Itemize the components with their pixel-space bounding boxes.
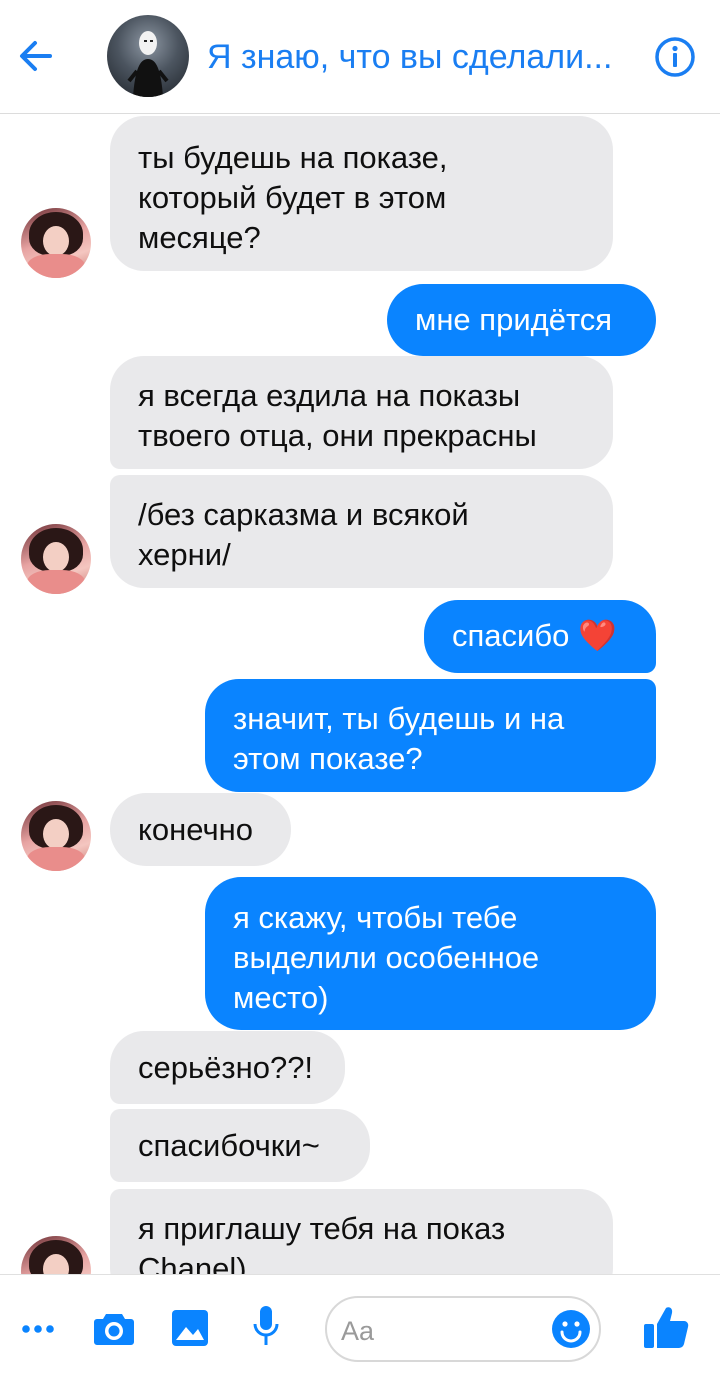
info-button[interactable] (654, 36, 696, 78)
message-text: мне придётся (415, 302, 613, 337)
message-text: серьёзно??! (138, 1050, 314, 1085)
message-text: я приглашу тебя на показ Chanel) (138, 1211, 506, 1274)
message-text: /без сарказма и всякой херни/ (138, 497, 469, 572)
outgoing-message[interactable]: спасибо ❤️ (424, 600, 656, 673)
contact-avatar[interactable] (107, 15, 189, 97)
chat-header: Я знаю, что вы сделали... (0, 0, 720, 114)
camera-icon (94, 1314, 134, 1345)
message-text: спасибо ❤️ (452, 618, 617, 653)
contact-avatar-small[interactable] (21, 1236, 91, 1274)
masked-figure-image (127, 31, 169, 97)
info-icon (655, 37, 695, 77)
thumbs-up-icon (644, 1307, 689, 1348)
microphone-icon (253, 1306, 279, 1345)
outgoing-message[interactable]: значит, ты будешь и на этом показе? (205, 679, 656, 792)
incoming-message[interactable]: я всегда ездила на показы твоего отца, о… (110, 356, 613, 469)
gallery-button[interactable] (170, 1308, 210, 1348)
more-button[interactable] (18, 1312, 58, 1346)
more-dots-icon (22, 1325, 54, 1333)
outgoing-message[interactable]: мне придётся (387, 284, 656, 356)
incoming-message[interactable]: /без сарказма и всякой херни/ (110, 475, 613, 588)
contact-avatar-small[interactable] (21, 524, 91, 594)
incoming-message[interactable]: конечно (110, 793, 291, 866)
like-button[interactable] (642, 1304, 690, 1350)
message-text: конечно (138, 812, 253, 847)
incoming-message[interactable]: серьёзно??! (110, 1031, 345, 1104)
incoming-message[interactable]: спасибочки~ (110, 1109, 370, 1182)
incoming-message[interactable]: ты будешь на показе, который будет в это… (110, 116, 613, 271)
camera-button[interactable] (92, 1308, 136, 1348)
message-text: ты будешь на показе, который будет в это… (138, 140, 448, 255)
image-icon (172, 1310, 208, 1346)
incoming-message[interactable]: я приглашу тебя на показ Chanel) (110, 1189, 613, 1274)
chat-title[interactable]: Я знаю, что вы сделали... (207, 38, 627, 77)
message-input[interactable] (341, 1314, 541, 1348)
message-list[interactable]: ты будешь на показе, который будет в это… (0, 114, 720, 1274)
voice-button[interactable] (252, 1304, 280, 1350)
back-button[interactable] (14, 34, 58, 78)
message-text: я всегда ездила на показы твоего отца, о… (138, 378, 537, 453)
outgoing-message[interactable]: я скажу, чтобы тебе выделили особенное м… (205, 877, 656, 1030)
message-text: я скажу, чтобы тебе выделили особенное м… (233, 900, 540, 1015)
contact-avatar-small[interactable] (21, 208, 91, 278)
emoji-button[interactable] (551, 1309, 591, 1349)
contact-avatar-small[interactable] (21, 801, 91, 871)
message-text: значит, ты будешь и на этом показе? (233, 701, 565, 776)
message-text: спасибочки~ (138, 1128, 320, 1163)
smiley-icon (552, 1310, 590, 1348)
arrow-left-icon (20, 41, 52, 71)
